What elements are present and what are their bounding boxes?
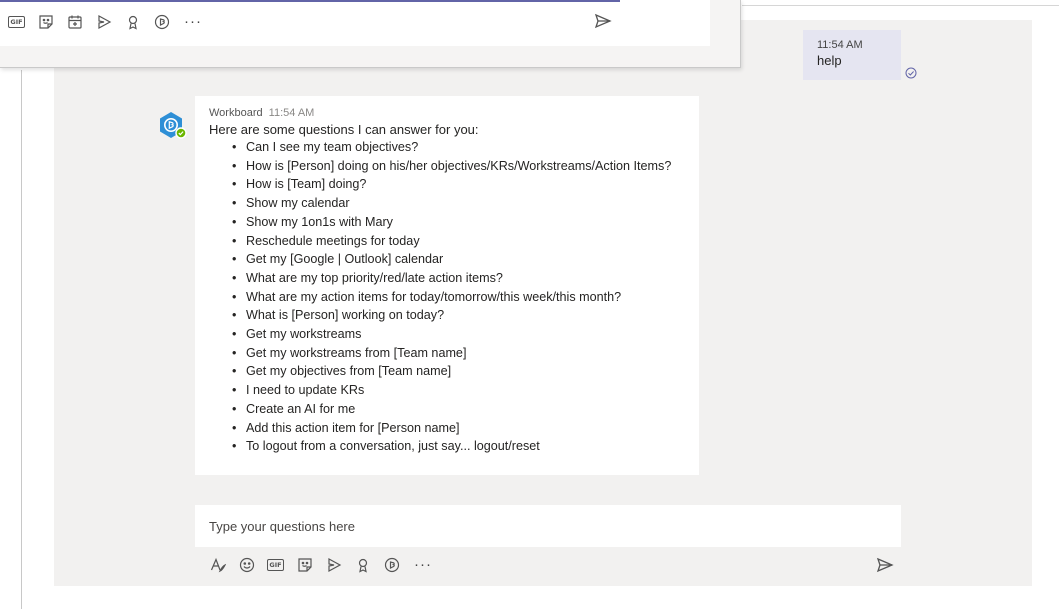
question-item: Get my workstreams bbox=[209, 325, 685, 344]
question-item: Add this action item for [Person name] bbox=[209, 419, 685, 438]
more-icon[interactable]: ··· bbox=[184, 14, 202, 29]
stream-icon[interactable] bbox=[325, 556, 342, 573]
user-message-time: 11:54 AM bbox=[817, 39, 863, 51]
question-item: Get my workstreams from [Team name] bbox=[209, 344, 685, 363]
workboard-icon[interactable] bbox=[153, 13, 170, 30]
format-icon[interactable] bbox=[209, 556, 226, 573]
question-item: How is [Team] doing? bbox=[209, 175, 685, 194]
left-divider bbox=[21, 70, 22, 609]
sticker-icon[interactable] bbox=[37, 13, 54, 30]
question-item: How is [Person] doing on his/her objecti… bbox=[209, 157, 685, 176]
gif-icon[interactable]: GIF bbox=[8, 13, 25, 30]
question-item: Reschedule meetings for today bbox=[209, 232, 685, 251]
user-message-text: help bbox=[817, 53, 842, 68]
meeting-icon[interactable] bbox=[66, 13, 83, 30]
sticker-icon[interactable] bbox=[296, 556, 313, 573]
message-input[interactable]: Type your questions here bbox=[195, 505, 901, 547]
workboard-icon[interactable] bbox=[383, 556, 400, 573]
overlay-focus-bar bbox=[0, 0, 620, 2]
read-receipt-icon bbox=[905, 67, 917, 79]
overlay-send-icon[interactable] bbox=[594, 13, 612, 34]
question-item: I need to update KRs bbox=[209, 381, 685, 400]
compose-box: Type your questions here GIF ··· bbox=[195, 505, 901, 581]
overlay-tool-row: GIF ··· bbox=[8, 13, 202, 30]
compose-tool-row: GIF ··· bbox=[209, 556, 432, 573]
user-message-bubble: 11:54 AM help bbox=[803, 30, 901, 80]
top-divider bbox=[742, 5, 1059, 6]
question-item: Get my [Google | Outlook] calendar bbox=[209, 250, 685, 269]
praise-icon[interactable] bbox=[124, 13, 141, 30]
bot-sender-name: Workboard bbox=[209, 107, 263, 119]
send-icon[interactable] bbox=[876, 557, 894, 578]
bot-intro-text: Here are some questions I can answer for… bbox=[209, 122, 479, 137]
question-item: Create an AI for me bbox=[209, 400, 685, 419]
bot-message-card: Workboard 11:54 AM Here are some questio… bbox=[195, 96, 699, 475]
bot-message-time: 11:54 AM bbox=[268, 107, 315, 119]
gif-icon[interactable]: GIF bbox=[267, 556, 284, 573]
emoji-icon[interactable] bbox=[238, 556, 255, 573]
praise-icon[interactable] bbox=[354, 556, 371, 573]
bot-message-header: Workboard 11:54 AM bbox=[209, 107, 685, 119]
question-item: Show my calendar bbox=[209, 194, 685, 213]
more-icon[interactable]: ··· bbox=[414, 557, 432, 572]
teams-chat-window: GIF ··· 11:54 AM help Workboard 11:54 AM… bbox=[0, 0, 1059, 609]
question-item: To logout from a conversation, just say.… bbox=[209, 437, 685, 456]
question-item: What are my top priority/red/late action… bbox=[209, 269, 685, 288]
question-list: Can I see my team objectives? How is [Pe… bbox=[209, 138, 685, 456]
question-item: Show my 1on1s with Mary bbox=[209, 213, 685, 232]
question-item: Can I see my team objectives? bbox=[209, 138, 685, 157]
workboard-avatar-icon bbox=[160, 112, 187, 139]
overlay-compose-box: GIF ··· bbox=[0, 0, 741, 68]
overlay-compose-toolbar: GIF ··· bbox=[0, 0, 710, 46]
question-item: What are my action items for today/tomor… bbox=[209, 288, 685, 307]
question-item: Get my objectives from [Team name] bbox=[209, 362, 685, 381]
stream-icon[interactable] bbox=[95, 13, 112, 30]
question-item: What is [Person] working on today? bbox=[209, 306, 685, 325]
